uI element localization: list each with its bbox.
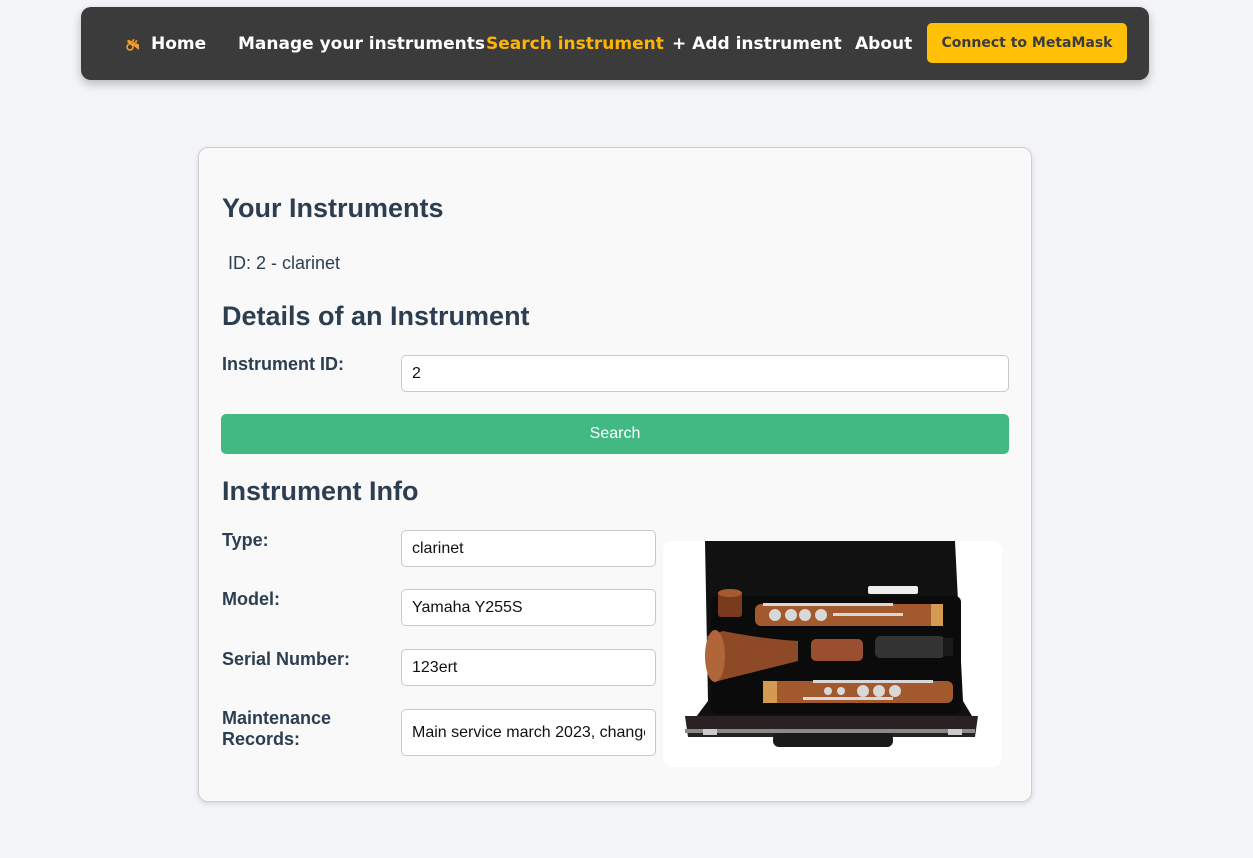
- maintenance-records-label: Maintenance Records:: [222, 708, 332, 749]
- clarinet-case-image: [663, 541, 1002, 767]
- maintenance-records-field[interactable]: [401, 709, 656, 756]
- instrument-card: Your Instruments ID: 2 - clarinet Detail…: [198, 147, 1032, 802]
- serial-number-label: Serial Number:: [222, 649, 351, 669]
- nav-add-instrument-link[interactable]: + Add instrument: [672, 7, 842, 80]
- model-label: Model:: [222, 589, 280, 609]
- serial-number-field[interactable]: [401, 649, 656, 686]
- instrument-photo: [663, 541, 1002, 767]
- nav-search-instrument-link[interactable]: Search instrument: [486, 7, 664, 80]
- owned-instrument-item: ID: 2 - clarinet: [228, 253, 341, 273]
- type-field[interactable]: [401, 530, 656, 567]
- instrument-id-input[interactable]: [401, 355, 1009, 392]
- nav-home-link[interactable]: Home: [123, 7, 206, 80]
- details-heading: Details of an Instrument: [222, 301, 530, 331]
- model-field[interactable]: [401, 589, 656, 626]
- connect-metamask-button[interactable]: Connect to MetaMask: [927, 23, 1127, 63]
- nav-manage-instruments-link[interactable]: Manage your instruments: [238, 7, 485, 80]
- search-button[interactable]: Search: [221, 414, 1009, 454]
- instrument-id-label: Instrument ID:: [222, 354, 345, 374]
- nav-home-label: Home: [151, 33, 207, 54]
- top-navbar: Home Manage your instruments Search inst…: [81, 7, 1149, 80]
- type-label: Type:: [222, 530, 269, 550]
- instrument-info-heading: Instrument Info: [222, 476, 419, 506]
- trumpet-icon: [126, 38, 140, 51]
- your-instruments-heading: Your Instruments: [222, 193, 444, 223]
- nav-about-link[interactable]: About: [855, 7, 912, 80]
